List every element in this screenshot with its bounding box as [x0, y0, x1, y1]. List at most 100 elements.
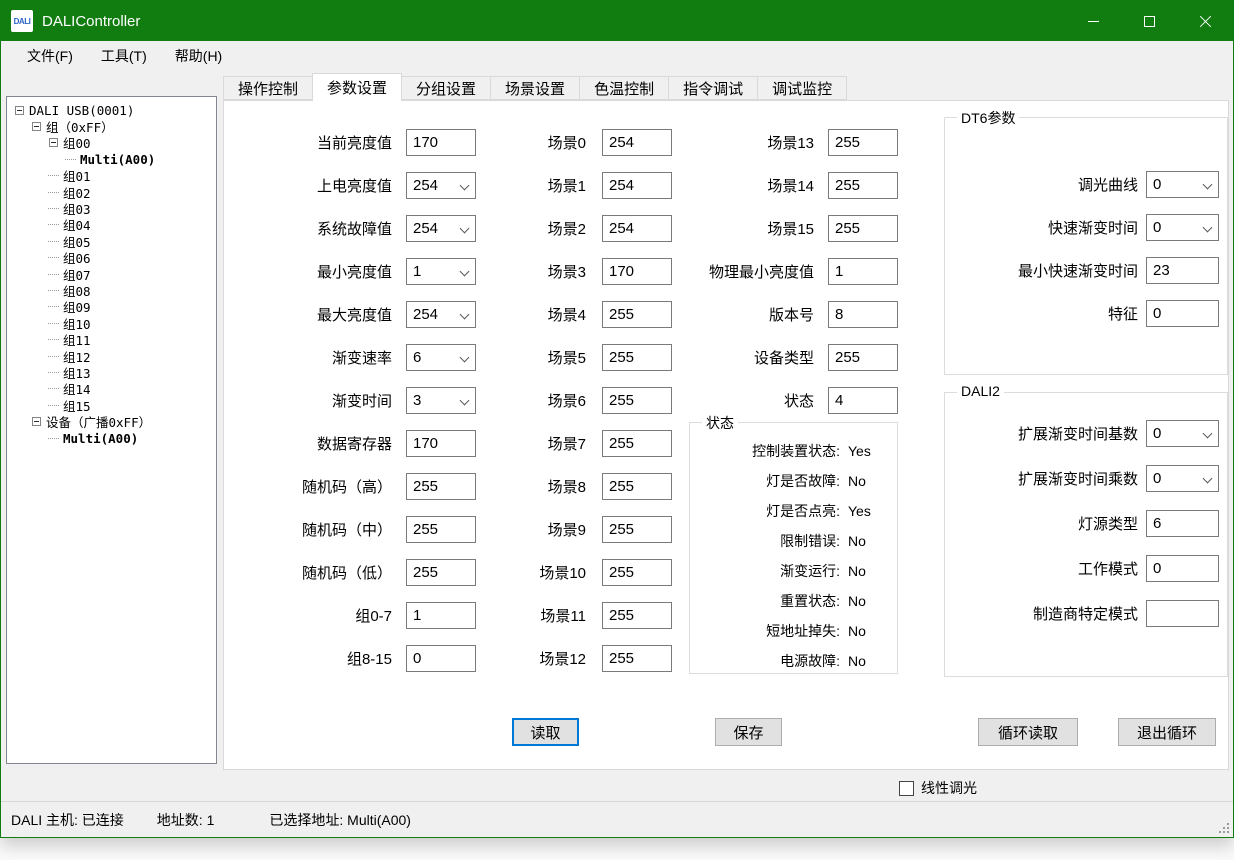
- tree-item[interactable]: 组（0xFF）: [7, 118, 216, 134]
- field-input[interactable]: 255: [602, 344, 672, 371]
- loop-read-button[interactable]: 循环读取: [978, 718, 1078, 746]
- tree-item[interactable]: 组05: [7, 233, 216, 249]
- field-input[interactable]: 0: [1146, 465, 1219, 492]
- tree-expander-icon[interactable]: [49, 253, 58, 262]
- field-input[interactable]: 254: [602, 172, 672, 199]
- tree-item[interactable]: Multi(A00): [7, 430, 216, 446]
- tab[interactable]: 色温控制: [579, 76, 669, 100]
- field-input[interactable]: 255: [406, 473, 476, 500]
- field-input[interactable]: 255: [602, 516, 672, 543]
- tree-item[interactable]: 组01: [7, 168, 216, 184]
- tree-expander-icon[interactable]: [49, 138, 58, 147]
- field-input[interactable]: 255: [828, 129, 898, 156]
- field-input[interactable]: 254: [602, 129, 672, 156]
- tab[interactable]: 操作控制: [223, 76, 313, 100]
- field-input[interactable]: 0: [406, 645, 476, 672]
- read-button[interactable]: 读取: [512, 718, 579, 746]
- tree-expander-icon[interactable]: [49, 188, 58, 197]
- tree-expander-icon[interactable]: [49, 352, 58, 361]
- field-input[interactable]: 170: [406, 129, 476, 156]
- tree-expander-icon[interactable]: [49, 319, 58, 328]
- tree-item[interactable]: 组13: [7, 364, 216, 380]
- resize-grip-icon[interactable]: [1218, 822, 1230, 834]
- tree-expander-icon[interactable]: [49, 434, 58, 443]
- field-input[interactable]: 0: [1146, 214, 1219, 241]
- tree-expander-icon[interactable]: [49, 171, 58, 180]
- tree-expander-icon[interactable]: [49, 270, 58, 279]
- tree-item[interactable]: 组06: [7, 250, 216, 266]
- tree-item[interactable]: 组07: [7, 266, 216, 282]
- field-input[interactable]: 255: [602, 387, 672, 414]
- field-input[interactable]: 6: [1146, 510, 1219, 537]
- tree-expander-icon[interactable]: [49, 384, 58, 393]
- field-input[interactable]: 1: [406, 602, 476, 629]
- field-input[interactable]: 255: [602, 645, 672, 672]
- field-input[interactable]: 255: [406, 559, 476, 586]
- tree-item[interactable]: 组12: [7, 348, 216, 364]
- field-input[interactable]: 254: [602, 215, 672, 242]
- field-input[interactable]: 0: [1146, 420, 1219, 447]
- field-input[interactable]: 255: [602, 559, 672, 586]
- field-input[interactable]: 254: [406, 172, 476, 199]
- tree-item[interactable]: DALI USB(0001): [7, 102, 216, 118]
- field-input[interactable]: [1146, 600, 1219, 627]
- field-input[interactable]: 255: [828, 215, 898, 242]
- field-input[interactable]: 170: [406, 430, 476, 457]
- field-input[interactable]: 255: [602, 430, 672, 457]
- field-input[interactable]: 255: [828, 172, 898, 199]
- linear-dimming-checkbox[interactable]: 线性调光: [899, 778, 977, 798]
- minimize-button[interactable]: [1065, 1, 1121, 41]
- tree-expander-icon[interactable]: [49, 237, 58, 246]
- field-input[interactable]: 254: [406, 301, 476, 328]
- tree-expander-icon[interactable]: [49, 401, 58, 410]
- tree-expander-icon[interactable]: [49, 302, 58, 311]
- tree-item[interactable]: Multi(A00): [7, 151, 216, 167]
- field-input[interactable]: 170: [602, 258, 672, 285]
- field-input[interactable]: 255: [602, 602, 672, 629]
- tree-item[interactable]: 组00: [7, 135, 216, 151]
- tree-expander-icon[interactable]: [49, 204, 58, 213]
- tree-item[interactable]: 组08: [7, 282, 216, 298]
- field-input[interactable]: 255: [406, 516, 476, 543]
- field-input[interactable]: 0: [1146, 555, 1219, 582]
- menu-item[interactable]: 文件(F): [13, 41, 87, 71]
- field-input[interactable]: 6: [406, 344, 476, 371]
- tab[interactable]: 场景设置: [490, 76, 580, 100]
- field-input[interactable]: 8: [828, 301, 898, 328]
- menu-item[interactable]: 帮助(H): [161, 41, 236, 71]
- tree-item[interactable]: 组04: [7, 217, 216, 233]
- field-input[interactable]: 255: [828, 344, 898, 371]
- tree-expander-icon[interactable]: [32, 417, 41, 426]
- field-input[interactable]: 255: [602, 301, 672, 328]
- field-input[interactable]: 23: [1146, 257, 1219, 284]
- tree-item[interactable]: 组11: [7, 331, 216, 347]
- field-input[interactable]: 255: [602, 473, 672, 500]
- menu-item[interactable]: 工具(T): [87, 41, 161, 71]
- tree-item[interactable]: 组10: [7, 315, 216, 331]
- field-input[interactable]: 0: [1146, 300, 1219, 327]
- tree-expander-icon[interactable]: [49, 286, 58, 295]
- tree-item[interactable]: 组14: [7, 381, 216, 397]
- tree-item[interactable]: 组02: [7, 184, 216, 200]
- tab[interactable]: 调试监控: [757, 76, 847, 100]
- field-input[interactable]: 4: [828, 387, 898, 414]
- tree-item[interactable]: 组03: [7, 200, 216, 216]
- tab[interactable]: 分组设置: [401, 76, 491, 100]
- maximize-button[interactable]: [1121, 1, 1177, 41]
- tab[interactable]: 指令调试: [668, 76, 758, 100]
- tree-item[interactable]: 组09: [7, 299, 216, 315]
- exit-loop-button[interactable]: 退出循环: [1118, 718, 1216, 746]
- field-input[interactable]: 254: [406, 215, 476, 242]
- tree-item[interactable]: 组15: [7, 397, 216, 413]
- tree-expander-icon[interactable]: [49, 368, 58, 377]
- tree-expander-icon[interactable]: [32, 122, 41, 131]
- save-button[interactable]: 保存: [715, 718, 782, 746]
- tree-item[interactable]: 设备（广播0xFF）: [7, 413, 216, 429]
- field-input[interactable]: 1: [828, 258, 898, 285]
- tree-expander-icon[interactable]: [15, 106, 24, 115]
- field-input[interactable]: 3: [406, 387, 476, 414]
- close-button[interactable]: [1177, 1, 1233, 41]
- tree-expander-icon[interactable]: [49, 335, 58, 344]
- field-input[interactable]: 1: [406, 258, 476, 285]
- tab[interactable]: 参数设置: [312, 73, 402, 101]
